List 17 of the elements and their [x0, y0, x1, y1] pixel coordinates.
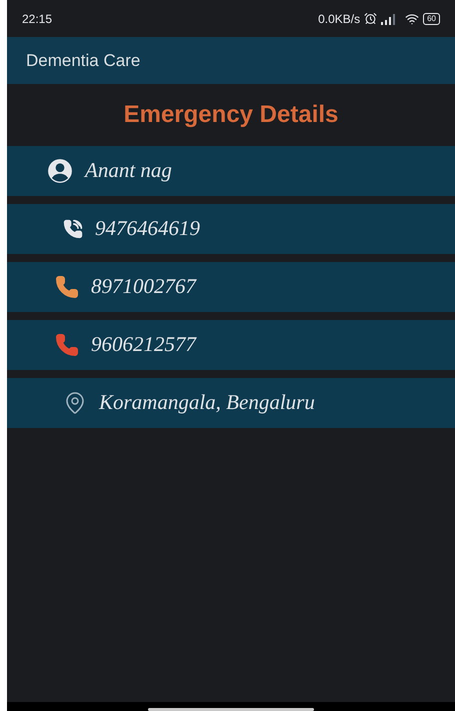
phone-icon: [55, 275, 79, 299]
page-heading: Emergency Details: [124, 100, 338, 130]
detail-text: Koramangala, Bengaluru: [99, 389, 315, 416]
battery-icon: 60: [423, 12, 440, 24]
network-speed: 0.0KB/s: [318, 10, 360, 28]
user-circle-icon: [47, 158, 73, 184]
detail-text: Anant nag: [85, 157, 172, 184]
status-time: 22:15: [22, 10, 52, 28]
alarm-icon: [364, 12, 378, 25]
app-title: Dementia Care: [26, 50, 140, 72]
detail-text: 9606212577: [91, 331, 196, 358]
detail-text: 9476464619: [95, 215, 200, 242]
phone-icon: [55, 333, 79, 357]
phone-call-icon: [63, 219, 83, 239]
wifi-icon: [405, 12, 420, 26]
detail-text: 8971002767: [91, 273, 196, 300]
home-indicator[interactable]: [148, 708, 314, 711]
